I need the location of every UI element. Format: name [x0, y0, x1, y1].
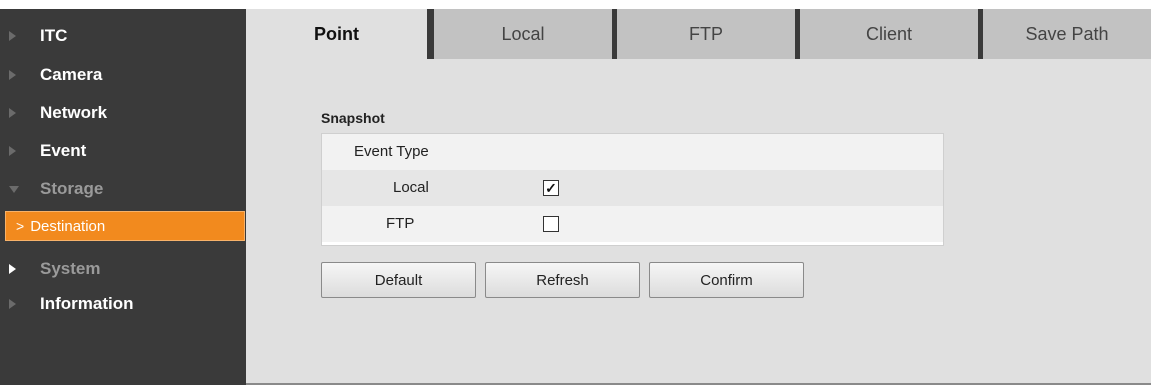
confirm-button[interactable]: Confirm — [649, 262, 804, 298]
expand-arrow-icon — [9, 108, 16, 118]
sidebar-item-label: System — [40, 259, 101, 278]
main-panel: Point Local FTP Client Save Path Snapsho… — [246, 9, 1151, 385]
sidebar-item-system[interactable]: System — [0, 251, 246, 287]
chevron-right-icon: > — [16, 218, 25, 234]
tab-save-path[interactable]: Save Path — [983, 9, 1151, 59]
expand-arrow-icon — [9, 70, 16, 80]
sidebar-subitem-destination[interactable]: > Destination — [5, 211, 245, 241]
tab-point[interactable]: Point — [246, 9, 427, 59]
expand-arrow-icon — [9, 264, 16, 274]
sidebar-item-camera[interactable]: Camera — [0, 57, 246, 93]
local-checkbox[interactable]: ✓ — [543, 180, 559, 196]
tab-local[interactable]: Local — [434, 9, 612, 59]
table-row: FTP — [322, 206, 943, 242]
sidebar-item-label: Event — [40, 141, 87, 160]
default-button[interactable]: Default — [321, 262, 476, 298]
row-label: FTP — [386, 215, 415, 232]
sidebar-item-label: Information — [40, 294, 134, 313]
sidebar-item-label: Camera — [40, 65, 103, 84]
expand-arrow-icon — [9, 31, 16, 41]
tab-bar: Point Local FTP Client Save Path — [246, 9, 1151, 59]
sidebar: ITC Camera Network Event Storage > Desti… — [0, 9, 246, 385]
sidebar-item-label: ITC — [40, 26, 68, 45]
sidebar-item-itc[interactable]: ITC — [0, 18, 246, 54]
event-type-header: Event Type — [354, 143, 429, 160]
row-label: Local — [393, 179, 429, 196]
top-strip — [0, 0, 1151, 9]
sidebar-item-event[interactable]: Event — [0, 133, 246, 169]
refresh-button[interactable]: Refresh — [485, 262, 640, 298]
ftp-checkbox[interactable] — [543, 216, 559, 232]
sidebar-item-storage[interactable]: Storage — [0, 171, 246, 207]
sidebar-subitem-label: Destination — [30, 217, 106, 235]
table-row: Local ✓ — [322, 170, 943, 206]
tab-client[interactable]: Client — [800, 9, 978, 59]
table-header-row: Event Type — [322, 134, 943, 170]
sidebar-item-label: Storage — [40, 179, 104, 198]
collapse-arrow-icon — [9, 185, 19, 193]
sidebar-item-information[interactable]: Information — [0, 286, 246, 322]
snapshot-section-title: Snapshot — [321, 110, 385, 126]
expand-arrow-icon — [9, 299, 16, 309]
event-type-table: Event Type Local ✓ FTP — [321, 133, 944, 246]
tab-ftp[interactable]: FTP — [617, 9, 795, 59]
sidebar-item-network[interactable]: Network — [0, 95, 246, 131]
expand-arrow-icon — [9, 146, 16, 156]
sidebar-item-label: Network — [40, 103, 108, 122]
